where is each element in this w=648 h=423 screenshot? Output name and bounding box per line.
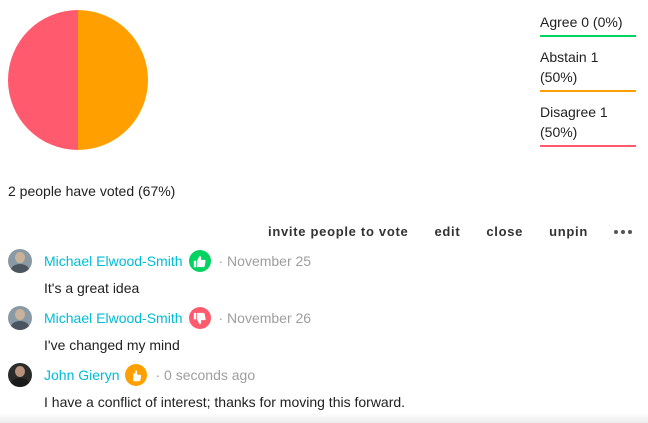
comment-date: · November 25 [218,253,312,269]
edit-button[interactable]: edit [434,224,460,239]
invite-people-button[interactable]: invite people to vote [268,224,408,239]
thumbs-down-icon [188,307,211,329]
comment-author[interactable]: Michael Elwood-Smith [44,310,183,326]
pie-slice-disagree [8,10,78,150]
comment-author[interactable]: Michael Elwood-Smith [44,253,183,269]
comment-text: I've changed my mind [44,337,180,353]
pie-slice-abstain [78,10,148,150]
vote-summary: 2 people have voted (67%) [8,183,176,199]
comment-item: Michael Elwood-Smith · November 25 It's … [8,248,638,296]
scroll-fade [0,413,648,423]
avatar[interactable] [8,363,32,387]
more-horizontal-icon[interactable] [614,229,632,234]
hand-icon [125,364,148,386]
comment-text: I have a conflict of interest; thanks fo… [44,394,406,410]
comment-item: Michael Elwood-Smith · November 26 I've … [8,305,638,353]
legend-abstain: Abstain 1 (50%) [540,47,636,92]
legend-agree: Agree 0 (0%) [540,12,636,37]
comment-date: · November 26 [218,310,312,326]
unpin-button[interactable]: unpin [549,224,588,239]
legend-disagree: Disagree 1 (50%) [540,102,636,147]
thumbs-up-icon [188,250,211,272]
avatar[interactable] [8,306,32,330]
comment-author[interactable]: John Gieryn [44,367,119,383]
close-button[interactable]: close [486,224,523,239]
avatar[interactable] [8,249,32,273]
comment-text: It's a great idea [44,280,140,296]
comment-date: · 0 seconds ago [155,367,256,383]
poll-actions: invite people to vote edit close unpin [242,224,632,239]
poll-legend: Agree 0 (0%) Abstain 1 (50%) Disagree 1 … [540,12,636,157]
poll-pie-chart [8,10,148,150]
comment-item: John Gieryn · 0 seconds ago I have a con… [8,362,638,410]
